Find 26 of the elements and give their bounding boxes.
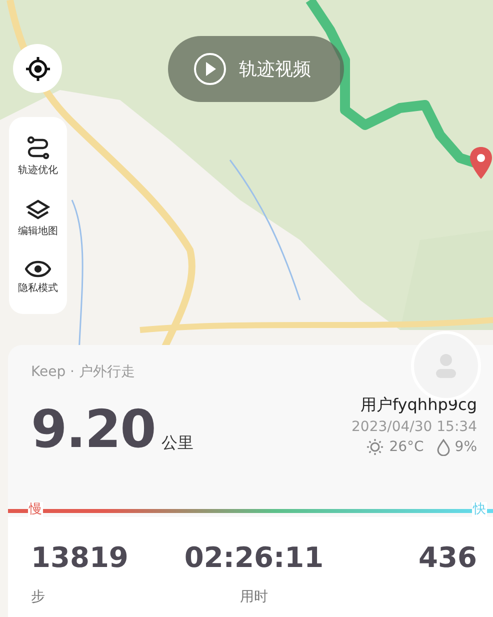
stat-label: 步 <box>31 588 45 606</box>
slow-label: 慢 <box>28 502 43 518</box>
locate-icon <box>24 54 52 82</box>
fast-label: 快 <box>472 502 487 518</box>
humidity: 9% <box>454 439 477 455</box>
map-pin-icon <box>469 146 493 180</box>
route-icon <box>26 136 50 160</box>
distance-value: 9.20 <box>31 404 156 456</box>
user-name: 用户fyqhhp9cg <box>360 395 477 416</box>
stat-value: 13819 <box>31 541 128 574</box>
play-icon <box>193 52 227 86</box>
drop-icon <box>436 438 450 456</box>
track-video-button[interactable]: 轨迹视频 <box>168 36 344 102</box>
layers-icon <box>26 199 50 221</box>
stat-value: 02:26:11 <box>184 541 324 574</box>
stat-label: 用时 <box>240 588 268 606</box>
temperature: 26°C <box>389 439 424 455</box>
map-tool-button[interactable]: 轨迹优化 <box>18 136 58 177</box>
activity-source: Keep · 户外行走 <box>31 363 135 381</box>
map-tool-button[interactable]: 隐私模式 <box>18 260 58 295</box>
eye-icon <box>25 260 51 278</box>
distance-unit: 公里 <box>161 433 194 454</box>
map-tool-button[interactable]: 编辑地图 <box>18 199 58 238</box>
sun-icon <box>366 438 384 456</box>
date-time: 2023/04/30 15:34 <box>352 419 477 435</box>
stat-value: 436 <box>418 541 477 574</box>
